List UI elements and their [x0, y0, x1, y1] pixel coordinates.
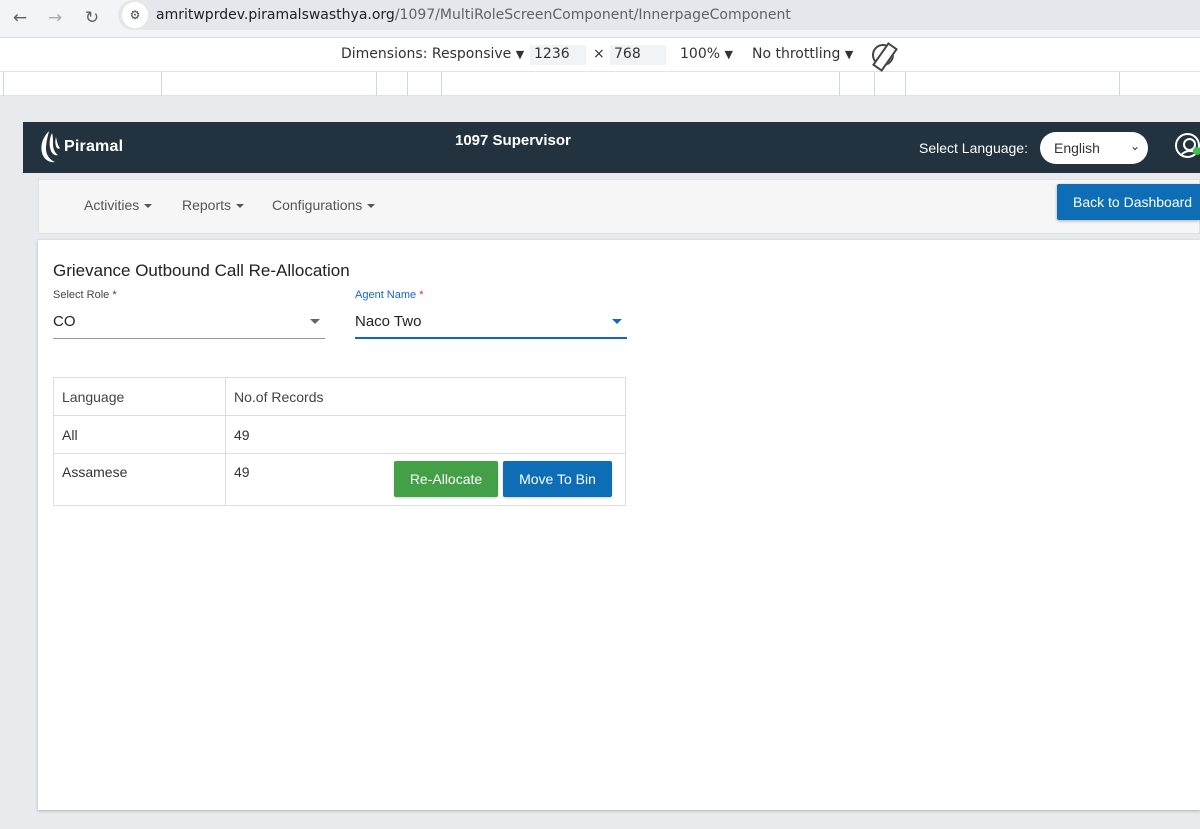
- menu-reports[interactable]: Reports: [182, 197, 245, 213]
- cell-language: Assamese: [53, 453, 226, 506]
- select-role-field[interactable]: Select Role * CO: [53, 289, 325, 339]
- agent-name-value[interactable]: Naco Two: [355, 311, 627, 339]
- select-role-value-text: CO: [53, 313, 76, 330]
- agent-name-label: Agent Name *: [355, 289, 627, 301]
- reload-icon[interactable]: ↻: [78, 4, 106, 32]
- language-label: Select Language:: [919, 140, 1028, 156]
- caret-down-icon: [236, 204, 245, 209]
- header-language: Language: [53, 377, 226, 416]
- height-input[interactable]: 768: [610, 45, 666, 65]
- content-card: Grievance Outbound Call Re-Allocation Se…: [38, 240, 1200, 810]
- times-sign: ×: [593, 46, 605, 62]
- dropdown-arrow-icon: [310, 319, 320, 324]
- cell-records: 49: [225, 415, 626, 454]
- agent-name-field[interactable]: Agent Name * Naco Two: [355, 289, 627, 339]
- dimensions-dropdown[interactable]: Dimensions: Responsive ▼: [341, 46, 524, 62]
- browser-toolbar: ← → ↻ ⚙ amritwprdev.piramalswasthya.org/…: [0, 0, 1200, 38]
- app-header: Piramal 1097 Supervisor Select Language:…: [23, 122, 1200, 173]
- caret-down-icon: [144, 204, 153, 209]
- language-value: English: [1054, 140, 1100, 156]
- throttling-dropdown[interactable]: No throttling ▼: [752, 46, 853, 62]
- url-text: amritwprdev.piramalswasthya.org/1097/Mul…: [156, 7, 791, 23]
- piramal-logo-icon: [37, 129, 61, 165]
- media-query-ruler: [0, 72, 1200, 96]
- dimensions-label: Dimensions: Responsive: [341, 46, 512, 62]
- forward-arrow-icon[interactable]: →: [41, 4, 69, 32]
- re-allocate-button[interactable]: Re-Allocate: [394, 461, 498, 497]
- logo-text: Piramal: [64, 138, 124, 155]
- url-host: amritwprdev.piramalswasthya.org: [156, 7, 395, 23]
- required-marker: *: [419, 289, 424, 301]
- online-status-dot: [1193, 147, 1200, 155]
- chevron-down-icon: ⌄: [1129, 139, 1140, 153]
- dropdown-arrow-icon: [612, 319, 622, 324]
- menu-activities[interactable]: Activities: [84, 197, 153, 213]
- device-toolbar: Dimensions: Responsive ▼ 1236 × 768 100%…: [0, 38, 1200, 72]
- agent-name-value-text: Naco Two: [355, 313, 422, 330]
- select-role-label: Select Role *: [53, 289, 325, 301]
- cell-language: All: [53, 415, 226, 454]
- table-header-row: Language No.of Records: [53, 377, 626, 416]
- back-to-dashboard-button[interactable]: Back to Dashboard: [1057, 184, 1200, 220]
- required-marker: *: [112, 289, 117, 301]
- menu-activities-label: Activities: [84, 197, 140, 213]
- language-select[interactable]: English ⌄: [1040, 132, 1148, 164]
- address-bar[interactable]: ⚙ amritwprdev.piramalswasthya.org/1097/M…: [118, 0, 1200, 30]
- agent-name-label-text: Agent Name: [355, 289, 417, 301]
- main-menu: Activities Reports Configurations: [38, 179, 1200, 234]
- app-viewport: Piramal 1097 Supervisor Select Language:…: [23, 122, 1200, 829]
- header-records: No.of Records: [225, 377, 626, 416]
- back-arrow-icon[interactable]: ←: [6, 4, 34, 32]
- table-row: All 49: [53, 415, 626, 454]
- menu-reports-label: Reports: [182, 197, 232, 213]
- piramal-logo: Piramal: [37, 126, 123, 168]
- site-settings-icon[interactable]: ⚙: [122, 2, 148, 28]
- move-to-bin-button[interactable]: Move To Bin: [503, 461, 612, 497]
- zoom-label: 100%: [680, 46, 721, 62]
- throttling-label: No throttling: [752, 46, 841, 62]
- menu-configurations[interactable]: Configurations: [272, 197, 376, 213]
- page-title: Grievance Outbound Call Re-Allocation: [53, 261, 350, 280]
- zoom-dropdown[interactable]: 100% ▼: [680, 46, 733, 62]
- app-title: 1097 Supervisor: [455, 132, 571, 149]
- caret-down-icon: [367, 204, 376, 209]
- select-role-value[interactable]: CO: [53, 311, 325, 339]
- rotate-icon[interactable]: [872, 44, 894, 66]
- width-input[interactable]: 1236: [530, 45, 586, 65]
- select-role-label-text: Select Role: [53, 289, 110, 301]
- menu-configurations-label: Configurations: [272, 197, 363, 213]
- url-path: /1097/MultiRoleScreenComponent/Innerpage…: [394, 7, 791, 23]
